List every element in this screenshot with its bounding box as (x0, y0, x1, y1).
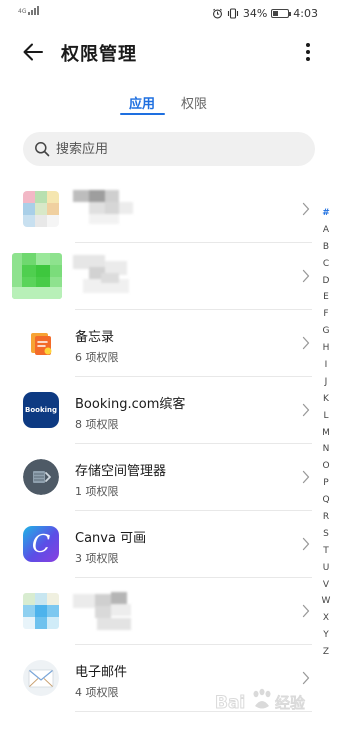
search-bar[interactable] (23, 132, 315, 166)
app-list-item[interactable]: 存储空间管理器 1 项权限 (0, 444, 312, 511)
alphabet-index-letter[interactable]: E (320, 289, 332, 306)
app-name: Canva 可画 (75, 531, 147, 546)
alphabet-index-letter[interactable]: Q (320, 492, 332, 509)
search-input[interactable] (56, 132, 296, 166)
active-tab-indicator (120, 113, 165, 115)
alphabet-index-letter[interactable]: H (320, 340, 332, 357)
app-permission-count: 3 项权限 (75, 552, 119, 565)
signal-indicator: 4G (18, 6, 40, 15)
alphabet-index-letter[interactable]: J (320, 374, 332, 391)
app-name: 存储空间管理器 (75, 464, 167, 479)
battery-percent: 34% (242, 7, 268, 20)
app-list-item[interactable] (0, 578, 312, 645)
signal-bar (31, 10, 34, 15)
alphabet-index-letter[interactable]: I (320, 357, 332, 374)
app-permission-count: 4 项权限 (75, 686, 119, 699)
tab-apps[interactable]: 应用 (129, 93, 155, 112)
alphabet-index-letter[interactable]: X (320, 610, 332, 627)
canva-icon-label: C (31, 530, 51, 558)
battery-icon (271, 9, 292, 18)
svg-text:经验: 经验 (275, 694, 305, 712)
more-options-icon[interactable] (300, 41, 316, 63)
vibrate-icon (227, 8, 238, 19)
app-list-item[interactable]: Booking Booking.com缤客 8 项权限 (0, 377, 312, 444)
app-permission-count: 8 项权限 (75, 418, 119, 431)
chevron-right-icon (302, 202, 310, 216)
alarm-icon (212, 8, 222, 19)
chevron-right-icon (302, 269, 310, 283)
alphabet-index-letter[interactable]: G (320, 323, 332, 340)
blurred-app-name (73, 588, 133, 634)
signal-bar (34, 8, 37, 15)
memo-icon (23, 325, 59, 361)
alphabet-index-letter[interactable]: # (320, 205, 332, 222)
clock: 4:03 (293, 7, 318, 20)
network-type: 4G (18, 8, 27, 15)
chevron-right-icon (302, 537, 310, 551)
alphabet-index-letter[interactable]: U (320, 560, 332, 577)
alphabet-index-letter[interactable]: K (320, 391, 332, 408)
alphabet-index-letter[interactable]: A (320, 222, 332, 239)
app-bar: 权限管理 (0, 30, 338, 74)
battery-level (273, 11, 279, 16)
app-permission-count: 1 项权限 (75, 485, 119, 498)
app-list-item[interactable]: C Canva 可画 3 项权限 (0, 511, 312, 578)
app-name: Booking.com缤客 (75, 397, 186, 412)
status-icons: 34% 4:03 (212, 7, 318, 20)
alphabet-index-letter[interactable]: S (320, 526, 332, 543)
svg-text:Bai: Bai (215, 693, 245, 713)
email-icon (23, 660, 59, 696)
blurred-app-icon (12, 253, 62, 299)
page-title: 权限管理 (61, 44, 137, 65)
tab-bar: 应用 权限 (0, 90, 338, 116)
app-list-item[interactable] (0, 176, 312, 243)
chevron-right-icon (302, 403, 310, 417)
signal-bar (28, 12, 31, 15)
blurred-app-icon (23, 593, 59, 629)
alphabet-index-letter[interactable]: F (320, 306, 332, 323)
app-list-item[interactable]: 备忘录 6 项权限 (0, 310, 312, 377)
alphabet-index-letter[interactable]: T (320, 543, 332, 560)
canva-icon: C (23, 526, 59, 562)
alphabet-index-letter[interactable]: D (320, 273, 332, 290)
app-name: 电子邮件 (75, 665, 128, 680)
alphabet-index-letter[interactable]: N (320, 441, 332, 458)
back-arrow-icon[interactable] (20, 40, 46, 64)
alphabet-index-letter[interactable]: B (320, 239, 332, 256)
alphabet-index-letter[interactable]: L (320, 408, 332, 425)
booking-icon: Booking (23, 392, 59, 428)
app-permission-count: 6 项权限 (75, 351, 119, 364)
baidu-watermark-logo: Bai 经验 (215, 688, 306, 714)
blurred-app-icon (23, 191, 59, 227)
alphabet-index[interactable]: # A B C D E F G H I J K L M N O P Q R S T U V W X Y Z (320, 205, 332, 661)
status-bar: 4G 34% 4:03 (0, 0, 338, 28)
blurred-app-name (73, 253, 135, 299)
tab-permissions[interactable]: 权限 (181, 93, 207, 112)
chevron-right-icon (302, 470, 310, 484)
alphabet-index-letter[interactable]: Z (320, 644, 332, 661)
search-icon (35, 142, 50, 157)
alphabet-index-letter[interactable]: Y (320, 627, 332, 644)
alphabet-index-letter[interactable]: W (320, 593, 332, 610)
alphabet-index-letter[interactable]: M (320, 425, 332, 442)
app-name: 备忘录 (75, 330, 115, 345)
alphabet-index-letter[interactable]: R (320, 509, 332, 526)
app-list: 备忘录 6 项权限 Booking Booking.com缤客 8 项权限 存储… (0, 176, 312, 712)
signal-bar (37, 6, 40, 15)
booking-icon-label: Booking (24, 406, 57, 414)
app-list-item[interactable] (0, 243, 312, 310)
alphabet-index-letter[interactable]: P (320, 475, 332, 492)
chevron-right-icon (302, 604, 310, 618)
alphabet-index-letter[interactable]: C (320, 256, 332, 273)
alphabet-index-letter[interactable]: V (320, 577, 332, 594)
alphabet-index-letter[interactable]: O (320, 458, 332, 475)
chevron-right-icon (302, 336, 310, 350)
blurred-app-name (73, 186, 133, 232)
storage-manager-icon (23, 459, 59, 495)
